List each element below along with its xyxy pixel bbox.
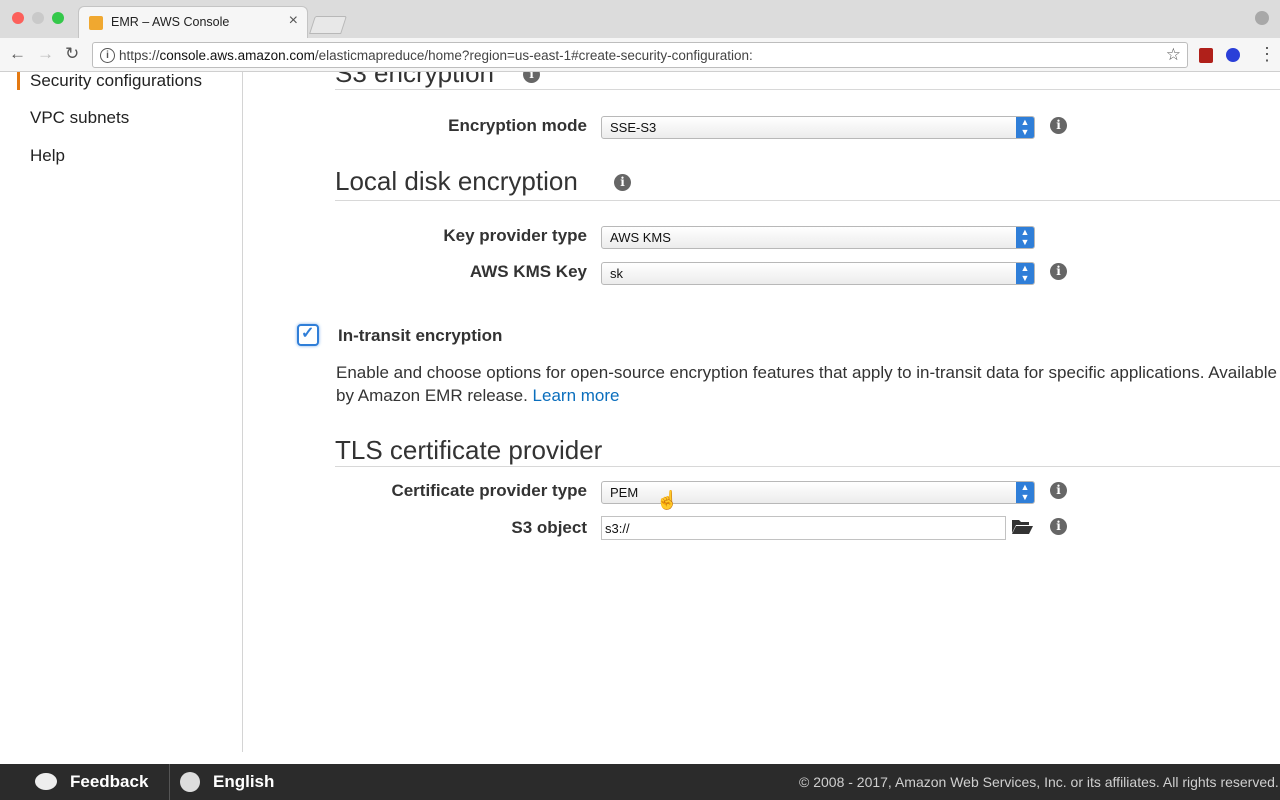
speech-bubble-icon <box>35 773 57 790</box>
forward-icon[interactable]: → <box>37 44 54 64</box>
local-disk-info-icon[interactable]: i <box>614 174 631 191</box>
certificate-provider-value: PEM <box>610 485 639 500</box>
kms-key-value: sk <box>610 266 623 281</box>
local-disk-heading: Local disk encryption <box>335 166 578 196</box>
kms-key-info-icon[interactable]: i <box>1050 263 1067 280</box>
browser-menu-icon[interactable]: ⋮ <box>1258 44 1276 65</box>
in-transit-title: In-transit encryption <box>338 326 503 345</box>
language-selector[interactable]: English <box>213 772 274 792</box>
learn-more-link[interactable]: Learn more <box>533 386 620 405</box>
s3-encryption-heading: S3 encryption <box>335 72 494 88</box>
encryption-mode-select[interactable]: SSE-S3 ▲ ▼ <box>601 116 1035 139</box>
key-provider-label: Key provider type <box>443 226 587 245</box>
feedback-button[interactable]: Feedback <box>70 772 148 792</box>
aws-favicon-icon <box>89 16 103 30</box>
extension-icon[interactable] <box>1226 48 1240 62</box>
hand-cursor-icon: ☝ <box>656 490 679 510</box>
reload-icon[interactable]: ↻ <box>65 44 79 64</box>
folder-open-icon[interactable] <box>1011 518 1033 535</box>
tab-title: EMR – AWS Console <box>111 15 230 29</box>
section-divider <box>335 466 1280 467</box>
new-tab-button[interactable] <box>309 16 347 34</box>
encryption-mode-value: SSE-S3 <box>610 120 657 135</box>
browser-tab[interactable]: EMR – AWS Console × <box>78 6 308 38</box>
checkmark-icon: ✓ <box>301 325 315 342</box>
kms-key-select[interactable]: sk ▲ ▼ <box>601 262 1035 285</box>
kms-key-label: AWS KMS Key <box>469 262 587 281</box>
in-transit-description: Enable and choose options for open-sourc… <box>336 363 1280 405</box>
address-bar[interactable]: i https://console.aws.amazon.com/elastic… <box>92 42 1188 68</box>
copyright-text: © 2008 - 2017, Amazon Web Services, Inc.… <box>799 774 1279 790</box>
zoom-window-button[interactable] <box>52 12 64 24</box>
tls-heading: TLS certificate provider <box>335 435 603 465</box>
profile-icon[interactable] <box>1255 11 1269 25</box>
section-divider <box>335 89 1280 90</box>
in-transit-checkbox[interactable]: ✓ <box>297 324 319 346</box>
select-chevron-icon: ▲ ▼ <box>1016 227 1034 248</box>
globe-icon <box>180 772 200 792</box>
encryption-mode-label: Encryption mode <box>448 116 587 135</box>
select-chevron-icon: ▲ ▼ <box>1016 482 1034 503</box>
sidebar-item-help[interactable]: Help <box>30 146 65 166</box>
sidebar-item-security-configurations[interactable]: Security configurations <box>30 72 202 91</box>
active-item-marker <box>17 72 20 90</box>
close-window-button[interactable] <box>12 12 24 24</box>
tab-close-icon[interactable]: × <box>289 12 298 30</box>
s3-object-label: S3 object <box>511 518 587 537</box>
console-footer: Feedback English © 2008 - 2017, Amazon W… <box>0 764 1280 800</box>
select-chevron-icon: ▲ ▼ <box>1016 117 1034 138</box>
back-icon[interactable]: ← <box>9 44 26 64</box>
encryption-mode-info-icon[interactable]: i <box>1050 117 1067 134</box>
pdf-extension-icon[interactable] <box>1199 48 1213 63</box>
s3-object-input[interactable] <box>601 516 1006 540</box>
certificate-provider-label: Certificate provider type <box>391 481 587 500</box>
s3-encryption-info-icon[interactable]: i <box>523 72 540 83</box>
certificate-provider-info-icon[interactable]: i <box>1050 482 1067 499</box>
key-provider-select[interactable]: AWS KMS ▲ ▼ <box>601 226 1035 249</box>
s3-object-info-icon[interactable]: i <box>1050 518 1067 535</box>
footer-divider <box>169 764 170 800</box>
section-divider <box>335 200 1280 201</box>
page-content: Security configurations VPC subnets Help… <box>0 72 1280 764</box>
key-provider-value: AWS KMS <box>610 230 671 245</box>
sidebar: Security configurations VPC subnets Help <box>0 72 243 752</box>
bookmark-star-icon[interactable]: ☆ <box>1166 45 1181 65</box>
minimize-window-button[interactable] <box>32 12 44 24</box>
select-chevron-icon: ▲ ▼ <box>1016 263 1034 284</box>
browser-titlebar: EMR – AWS Console × <box>0 0 1280 38</box>
browser-toolbar: ← → ↻ i https://console.aws.amazon.com/e… <box>0 38 1280 72</box>
url-text: https://console.aws.amazon.com/elasticma… <box>119 48 753 63</box>
site-info-icon[interactable]: i <box>100 48 115 63</box>
sidebar-item-vpc-subnets[interactable]: VPC subnets <box>30 108 129 128</box>
